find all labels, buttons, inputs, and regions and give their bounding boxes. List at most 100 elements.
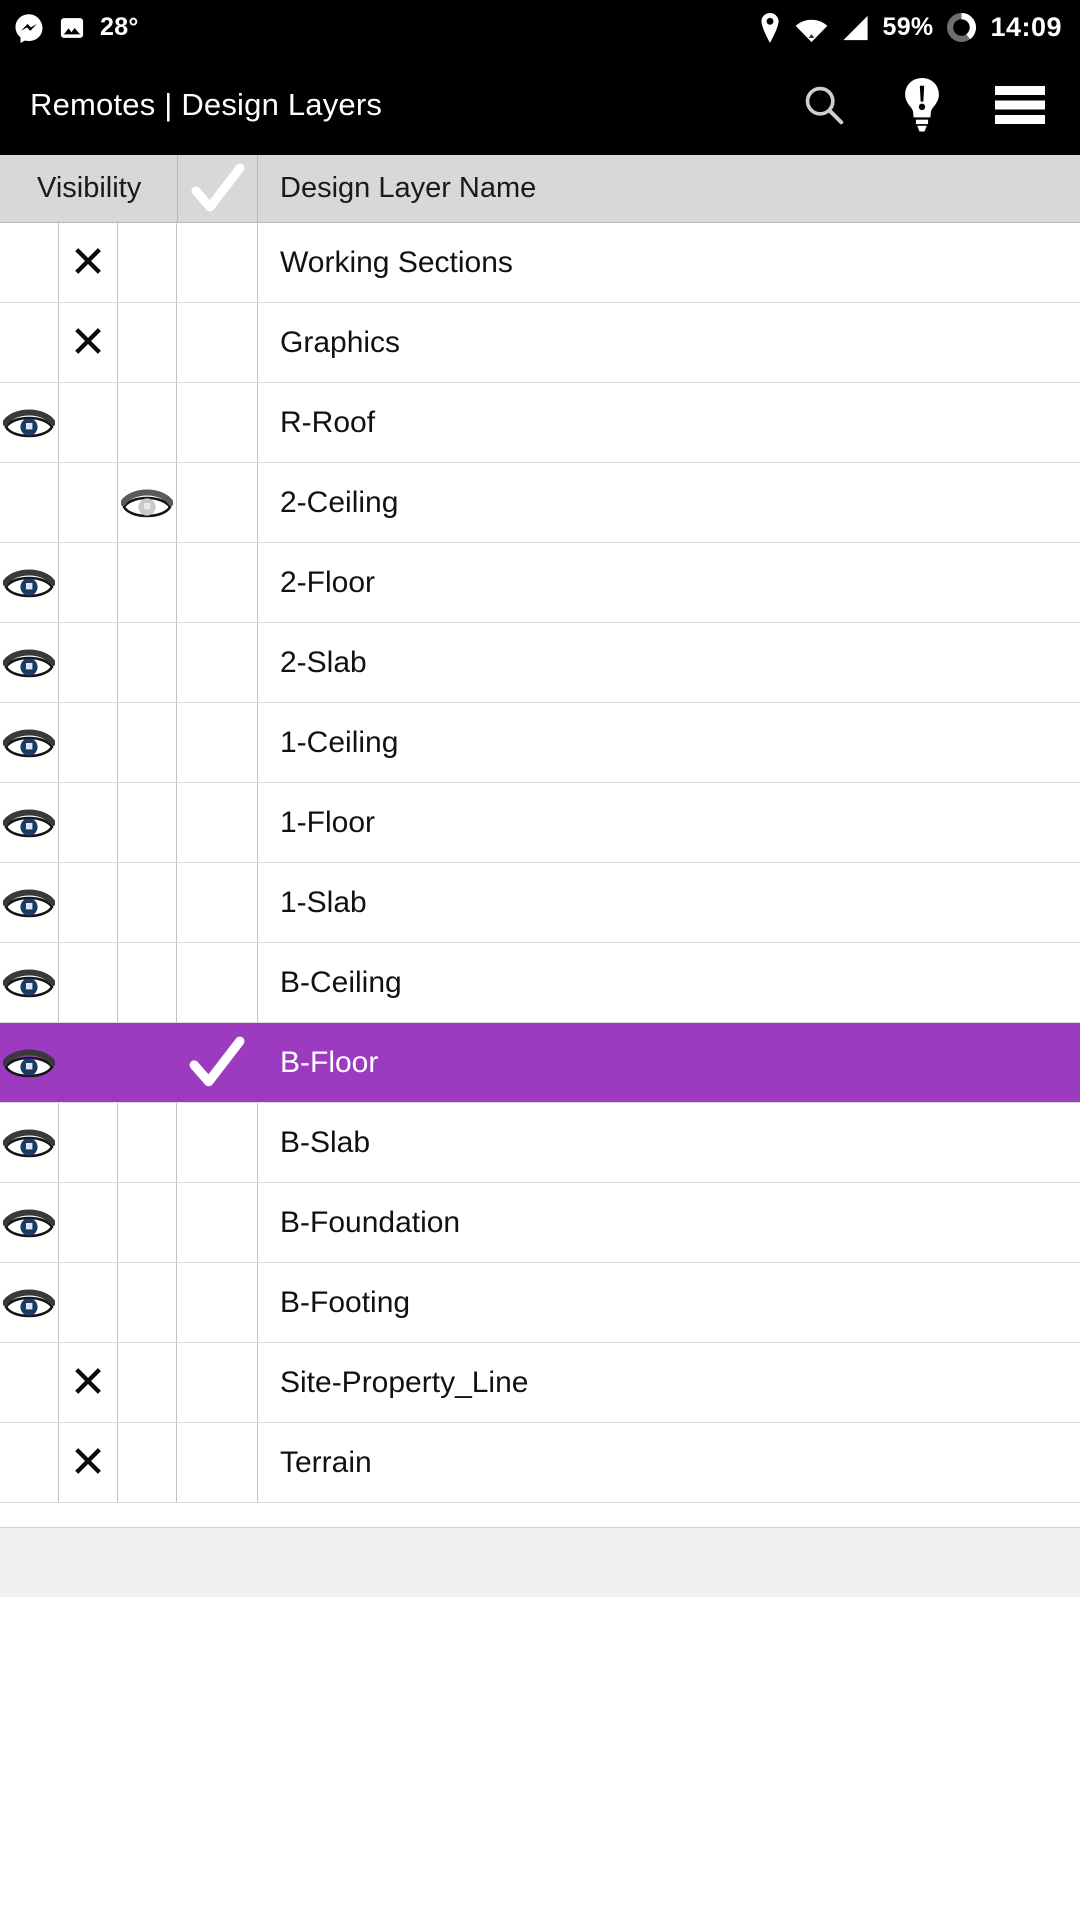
visibility-cell-4[interactable]: [177, 1023, 258, 1102]
visibility-cell-2[interactable]: [59, 1263, 118, 1342]
table-row[interactable]: ✕ Site-Property_Line: [0, 1343, 1080, 1423]
visibility-cell-2[interactable]: [59, 863, 118, 942]
table-row[interactable]: B-Footing: [0, 1263, 1080, 1343]
visibility-cell-3[interactable]: [118, 1023, 177, 1102]
visibility-cell-1[interactable]: [0, 1183, 59, 1262]
visibility-cell-3[interactable]: [118, 623, 177, 702]
visibility-cell-2[interactable]: [59, 1023, 118, 1102]
layer-name-cell[interactable]: 2-Floor: [258, 543, 1080, 622]
visibility-cell-4[interactable]: [177, 863, 258, 942]
layer-name-cell[interactable]: Site-Property_Line: [258, 1343, 1080, 1422]
visibility-cell-4[interactable]: [177, 703, 258, 782]
table-row[interactable]: R-Roof: [0, 383, 1080, 463]
table-row[interactable]: 2-Ceiling: [0, 463, 1080, 543]
visibility-cell-1[interactable]: [0, 1263, 59, 1342]
visibility-cell-2[interactable]: [59, 783, 118, 862]
visibility-cell-1[interactable]: [0, 863, 59, 942]
layer-name-cell[interactable]: B-Footing: [258, 1263, 1080, 1342]
visibility-cell-4[interactable]: [177, 543, 258, 622]
visibility-cell-1[interactable]: [0, 783, 59, 862]
table-row[interactable]: 2-Slab: [0, 623, 1080, 703]
visibility-cell-1[interactable]: [0, 943, 59, 1022]
visibility-cell-1[interactable]: [0, 543, 59, 622]
visibility-cell-3[interactable]: [118, 223, 177, 302]
visibility-cell-2[interactable]: [59, 1103, 118, 1182]
visibility-cell-2[interactable]: ✕: [59, 1343, 118, 1422]
visibility-cell-1[interactable]: [0, 1343, 59, 1422]
visibility-cell-3[interactable]: [118, 303, 177, 382]
layer-name-cell[interactable]: Graphics: [258, 303, 1080, 382]
visibility-cell-2[interactable]: [59, 463, 118, 542]
visibility-cell-2[interactable]: [59, 383, 118, 462]
visibility-cell-3[interactable]: [118, 1423, 177, 1502]
table-row[interactable]: 1-Slab: [0, 863, 1080, 943]
layer-name-cell[interactable]: 1-Slab: [258, 863, 1080, 942]
visibility-cell-3[interactable]: [118, 1183, 177, 1262]
visibility-cell-3[interactable]: [118, 543, 177, 622]
layer-name-cell[interactable]: 2-Ceiling: [258, 463, 1080, 542]
visibility-cell-1[interactable]: [0, 1103, 59, 1182]
table-row[interactable]: 1-Floor: [0, 783, 1080, 863]
visibility-cell-2[interactable]: [59, 943, 118, 1022]
search-icon[interactable]: [798, 79, 850, 131]
visibility-cell-3[interactable]: [118, 1343, 177, 1422]
visibility-cell-4[interactable]: [177, 1263, 258, 1342]
table-row[interactable]: 2-Floor: [0, 543, 1080, 623]
visibility-cell-3[interactable]: [118, 783, 177, 862]
alert-bulb-icon[interactable]: [896, 78, 948, 132]
visibility-cell-1[interactable]: [0, 1023, 59, 1102]
visibility-cell-2[interactable]: [59, 1183, 118, 1262]
visibility-cell-1[interactable]: [0, 623, 59, 702]
visibility-cell-3[interactable]: [118, 943, 177, 1022]
table-row[interactable]: B-Floor: [0, 1023, 1080, 1103]
layer-name-cell[interactable]: B-Foundation: [258, 1183, 1080, 1262]
visibility-cell-4[interactable]: [177, 1183, 258, 1262]
layer-name-cell[interactable]: Working Sections: [258, 223, 1080, 302]
table-row[interactable]: ✕ Terrain: [0, 1423, 1080, 1503]
table-row[interactable]: ✕ Working Sections: [0, 223, 1080, 303]
table-row[interactable]: B-Ceiling: [0, 943, 1080, 1023]
visibility-cell-4[interactable]: [177, 943, 258, 1022]
visibility-cell-1[interactable]: [0, 703, 59, 782]
visibility-cell-2[interactable]: ✕: [59, 1423, 118, 1502]
hamburger-menu-icon[interactable]: [994, 79, 1046, 131]
visibility-cell-3[interactable]: [118, 863, 177, 942]
table-row[interactable]: B-Foundation: [0, 1183, 1080, 1263]
visibility-cell-1[interactable]: [0, 463, 59, 542]
visibility-cell-4[interactable]: [177, 1103, 258, 1182]
visibility-cell-3[interactable]: [118, 383, 177, 462]
visibility-cell-3[interactable]: [118, 703, 177, 782]
layer-name-cell[interactable]: B-Slab: [258, 1103, 1080, 1182]
visibility-cell-1[interactable]: [0, 303, 59, 382]
visibility-cell-4[interactable]: [177, 303, 258, 382]
visibility-cell-3[interactable]: [118, 1103, 177, 1182]
layer-name-cell[interactable]: 1-Ceiling: [258, 703, 1080, 782]
visibility-cell-4[interactable]: [177, 223, 258, 302]
visibility-cell-4[interactable]: [177, 1423, 258, 1502]
visibility-cell-4[interactable]: [177, 1343, 258, 1422]
visibility-cell-1[interactable]: [0, 223, 59, 302]
visibility-cell-4[interactable]: [177, 783, 258, 862]
layer-name-cell[interactable]: Terrain: [258, 1423, 1080, 1502]
column-header-select[interactable]: [178, 155, 258, 222]
layer-name-cell[interactable]: R-Roof: [258, 383, 1080, 462]
visibility-cell-4[interactable]: [177, 623, 258, 702]
visibility-cell-3[interactable]: [118, 463, 177, 542]
visibility-cell-2[interactable]: ✕: [59, 303, 118, 382]
layer-name-cell[interactable]: 2-Slab: [258, 623, 1080, 702]
visibility-cell-4[interactable]: [177, 463, 258, 542]
table-row[interactable]: B-Slab: [0, 1103, 1080, 1183]
visibility-cell-2[interactable]: [59, 543, 118, 622]
layer-name-cell[interactable]: B-Ceiling: [258, 943, 1080, 1022]
layer-name-cell[interactable]: 1-Floor: [258, 783, 1080, 862]
visibility-cell-1[interactable]: [0, 383, 59, 462]
visibility-cell-2[interactable]: [59, 703, 118, 782]
table-row[interactable]: 1-Ceiling: [0, 703, 1080, 783]
visibility-cell-4[interactable]: [177, 383, 258, 462]
visibility-cell-1[interactable]: [0, 1423, 59, 1502]
table-row[interactable]: ✕ Graphics: [0, 303, 1080, 383]
visibility-cell-3[interactable]: [118, 1263, 177, 1342]
visibility-cell-2[interactable]: [59, 623, 118, 702]
visibility-cell-2[interactable]: ✕: [59, 223, 118, 302]
layer-name-cell[interactable]: B-Floor: [258, 1023, 1080, 1102]
